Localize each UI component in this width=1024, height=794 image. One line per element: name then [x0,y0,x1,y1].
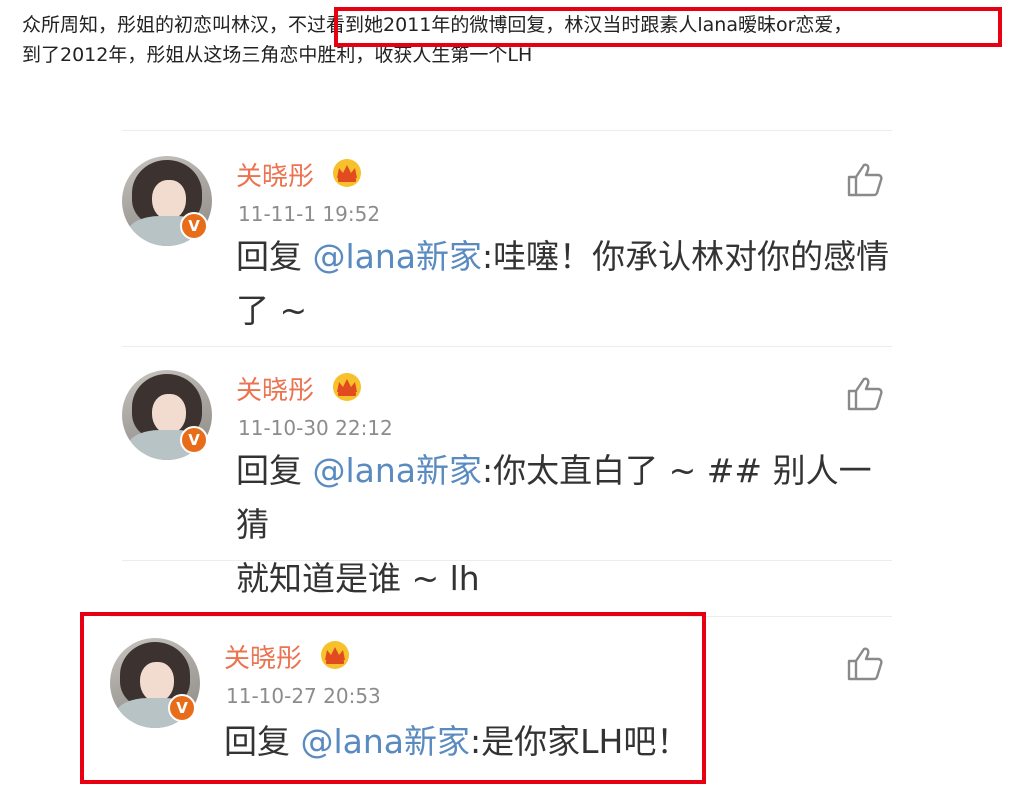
avatar-face [152,180,186,220]
intro-line-1-start: 众所周知，彤姐的初恋叫林汉， [22,14,289,36]
comment-text: 回复 @lana新家:你太直白了 ~ ## 别人一猜 就知道是谁 ~ lh [236,444,896,606]
comment-divider [122,560,892,561]
comment-divider [122,130,892,131]
verified-badge-icon: V [180,212,208,240]
crown-icon [333,159,361,187]
reply-prefix: 回复 [236,237,313,276]
mention-link[interactable]: @lana新家 [313,237,483,276]
comment-1: V 关晓彤 11-11-1 19:52 回复 @lana新家:哇噻！你承认林对你… [118,136,894,346]
reply-body: :哇噻！你承认林对你的感情 [482,237,890,276]
username[interactable]: 关晓彤 [236,156,314,193]
avatar-face [152,394,186,434]
highlight-box [80,612,706,784]
article-page: 众所周知，彤姐的初恋叫林汉，不过看到她2011年的微博回复，林汉当时跟素人lan… [0,0,1024,794]
highlight-box [334,7,1002,47]
comment-time: 11-10-30 22:12 [238,416,393,440]
comment-time: 11-11-1 19:52 [238,202,381,226]
like-icon[interactable] [846,646,884,682]
reply-body-line-2: 了 ~ [236,291,308,330]
reply-prefix: 回复 [236,451,313,490]
mention-link[interactable]: @lana新家 [313,451,483,490]
username[interactable]: 关晓彤 [236,370,314,407]
like-icon[interactable] [846,162,884,198]
comment-2: V 关晓彤 11-10-30 22:12 回复 @lana新家:你太直白了 ~ … [118,350,894,598]
verified-badge-icon: V [180,426,208,454]
crown-icon [333,373,361,401]
comment-divider [122,346,892,347]
like-icon[interactable] [846,376,884,412]
comment-text: 回复 @lana新家:哇噻！你承认林对你的感情 了 ~ [236,230,896,338]
